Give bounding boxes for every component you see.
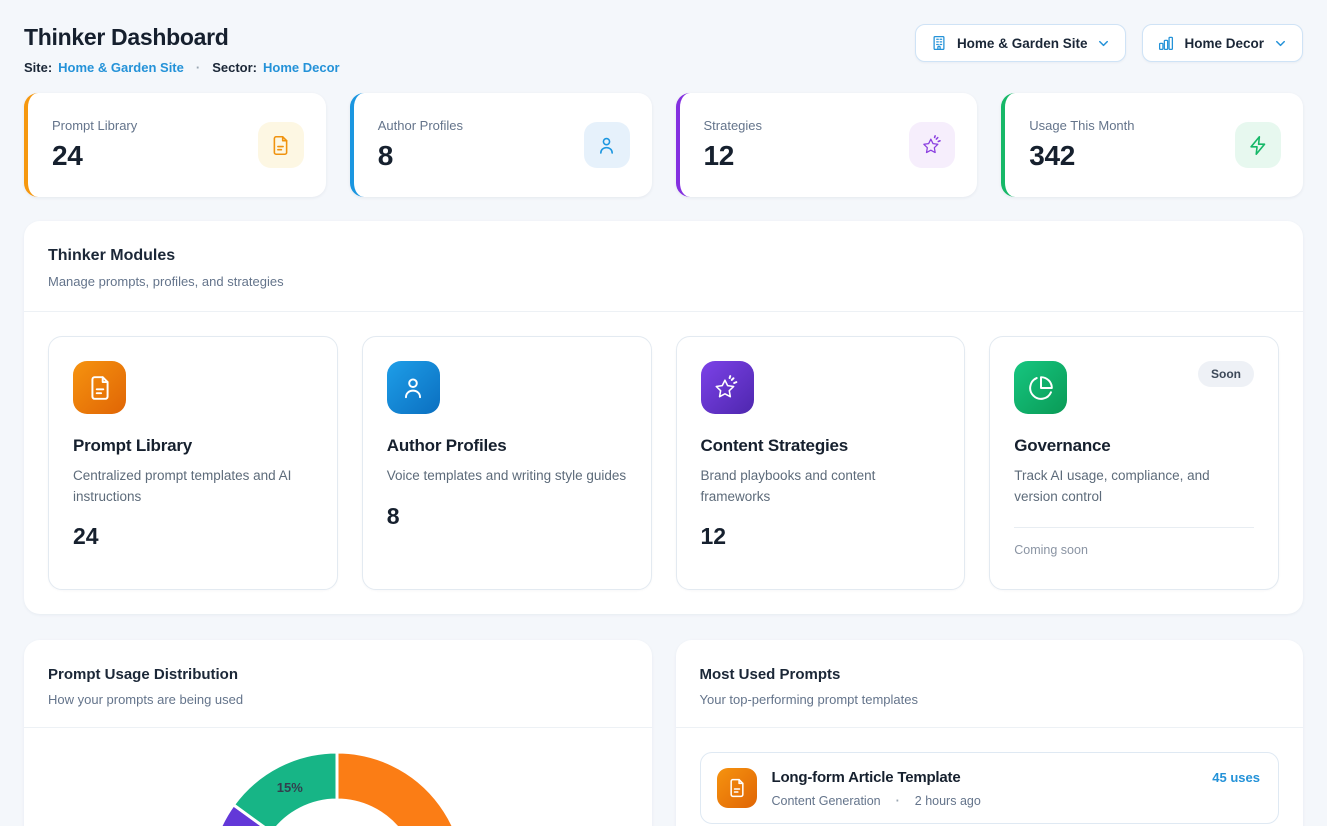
user-icon (387, 361, 440, 414)
sparkle-star-icon (701, 361, 754, 414)
meta-separator: · (196, 60, 200, 75)
page-title: Thinker Dashboard (24, 24, 340, 51)
prompt-list-item[interactable]: Long-form Article Template Content Gener… (700, 752, 1280, 824)
modules-grid: Prompt Library Centralized prompt templa… (24, 312, 1303, 614)
module-description: Brand playbooks and content frameworks (701, 466, 941, 507)
user-icon (584, 122, 630, 168)
header-buttons: Home & Garden Site Home Decor (915, 24, 1303, 62)
prompts-list: Long-form Article Template Content Gener… (676, 728, 1304, 826)
stat-text: Usage This Month 342 (1029, 118, 1134, 172)
soon-badge: Soon (1198, 361, 1254, 387)
module-title: Prompt Library (73, 436, 313, 456)
zap-icon (1235, 122, 1281, 168)
module-description: Track AI usage, compliance, and version … (1014, 466, 1254, 507)
prompts-title: Most Used Prompts (700, 666, 1280, 683)
prompt-item-uses: 45 uses (1212, 770, 1260, 785)
module-title: Author Profiles (387, 436, 627, 456)
file-text-icon (717, 768, 757, 808)
stat-text: Strategies 12 (704, 118, 763, 172)
stat-card-usage: Usage This Month 342 (1001, 93, 1303, 197)
prompt-item-main: Long-form Article Template Content Gener… (772, 768, 1198, 808)
modules-title: Thinker Modules (48, 247, 1279, 265)
page-header: Thinker Dashboard Site: Home & Garden Si… (24, 24, 1303, 75)
stat-card-strategies: Strategies 12 (676, 93, 978, 197)
modules-subtitle: Manage prompts, profiles, and strategies (48, 274, 1279, 289)
bottom-row: Prompt Usage Distribution How your promp… (24, 640, 1303, 826)
stat-value: 12 (704, 140, 763, 172)
file-text-icon (73, 361, 126, 414)
sector-link[interactable]: Home Decor (263, 60, 340, 75)
prompt-usage-card: Prompt Usage Distribution How your promp… (24, 640, 652, 826)
sector-label: Sector: (212, 60, 257, 75)
stat-label: Strategies (704, 118, 763, 133)
module-card-author-profiles[interactable]: Author Profiles Voice templates and writ… (362, 336, 652, 590)
most-used-prompts-card: Most Used Prompts Your top-performing pr… (676, 640, 1304, 826)
stats-row: Prompt Library 24 Author Profiles 8 Stra… (24, 93, 1303, 197)
usage-title: Prompt Usage Distribution (48, 666, 628, 683)
usage-header: Prompt Usage Distribution How your promp… (24, 640, 652, 728)
module-count: 12 (701, 523, 941, 550)
stat-card-author-profiles: Author Profiles 8 (350, 93, 652, 197)
usage-subtitle: How your prompts are being used (48, 692, 628, 707)
bar-chart-icon (1157, 34, 1175, 52)
prompts-subtitle: Your top-performing prompt templates (700, 692, 1280, 707)
module-title: Governance (1014, 436, 1254, 456)
module-card-governance[interactable]: Soon Governance Track AI usage, complian… (989, 336, 1279, 590)
site-sector-line: Site: Home & Garden Site · Sector: Home … (24, 60, 340, 75)
header-left: Thinker Dashboard Site: Home & Garden Si… (24, 24, 340, 75)
sector-selector-dropdown[interactable]: Home Decor (1142, 24, 1303, 62)
module-title: Content Strategies (701, 436, 941, 456)
sector-selector-label: Home Decor (1184, 36, 1264, 51)
site-selector-label: Home & Garden Site (957, 36, 1088, 51)
stat-label: Author Profiles (378, 118, 463, 133)
stat-label: Usage This Month (1029, 118, 1134, 133)
coming-soon-text: Coming soon (1014, 543, 1254, 557)
site-selector-dropdown[interactable]: Home & Garden Site (915, 24, 1127, 62)
thinker-modules-panel: Thinker Modules Manage prompts, profiles… (24, 221, 1303, 614)
prompts-header: Most Used Prompts Your top-performing pr… (676, 640, 1304, 728)
pie-chart-icon (1014, 361, 1067, 414)
module-divider (1014, 527, 1254, 528)
stat-card-prompt-library: Prompt Library 24 (24, 93, 326, 197)
chevron-down-icon (1096, 36, 1111, 51)
file-text-icon (258, 122, 304, 168)
dashboard-page: Thinker Dashboard Site: Home & Garden Si… (0, 0, 1327, 826)
prompt-item-title: Long-form Article Template (772, 769, 1198, 786)
module-count: 8 (387, 503, 627, 530)
module-description: Centralized prompt templates and AI inst… (73, 466, 313, 507)
prompt-item-time: 2 hours ago (915, 794, 981, 808)
prompt-item-category: Content Generation (772, 794, 881, 808)
prompt-item-meta: Content Generation · 2 hours ago (772, 794, 1198, 808)
stat-value: 24 (52, 140, 137, 172)
donut-slice-label: 15% (277, 780, 303, 795)
sparkle-star-icon (909, 122, 955, 168)
stat-text: Prompt Library 24 (52, 118, 137, 172)
module-card-prompt-library[interactable]: Prompt Library Centralized prompt templa… (48, 336, 338, 590)
meta-separator: · (896, 794, 900, 808)
chevron-down-icon (1273, 36, 1288, 51)
stat-value: 8 (378, 140, 463, 172)
stat-label: Prompt Library (52, 118, 137, 133)
stat-text: Author Profiles 8 (378, 118, 463, 172)
donut-chart: 15% (24, 728, 651, 826)
site-label: Site: (24, 60, 52, 75)
modules-header: Thinker Modules Manage prompts, profiles… (24, 221, 1303, 312)
site-link[interactable]: Home & Garden Site (58, 60, 184, 75)
stat-value: 342 (1029, 140, 1134, 172)
building-icon (930, 34, 948, 52)
module-count: 24 (73, 523, 313, 550)
module-card-content-strategies[interactable]: Content Strategies Brand playbooks and c… (676, 336, 966, 590)
module-description: Voice templates and writing style guides (387, 466, 627, 487)
